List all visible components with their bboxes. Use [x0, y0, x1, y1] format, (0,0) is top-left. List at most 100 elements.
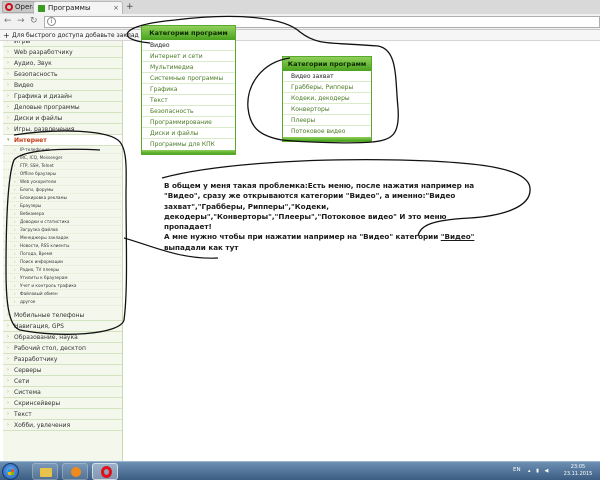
menu-item[interactable]: Интернет и сети [142, 51, 235, 62]
sidebar-subitem[interactable]: › FTP, SSH, Telnet [3, 162, 122, 170]
sidebar-subitem[interactable]: › Доводки и статистика [3, 218, 122, 226]
forum-comment-text: В общем у меня такая проблемка:Есть меню… [164, 181, 494, 253]
title-bar: Opera Программы × + [0, 0, 600, 14]
sidebar-item[interactable]: › Web разработчику [3, 47, 122, 58]
new-tab-button[interactable]: + [126, 2, 134, 12]
sidebar-item[interactable]: › Диски и файлы [3, 113, 122, 124]
sidebar-item[interactable]: › Аудио, Звук [3, 58, 122, 69]
sidebar-subitem[interactable]: › Погода, Время [3, 250, 122, 258]
menu-item[interactable]: Программирование [142, 117, 235, 128]
site-favicon-icon [38, 4, 45, 12]
video-submenu: Категории программ Видео захват Грабберы,… [282, 56, 372, 142]
sidebar-item[interactable]: › Серверы [3, 365, 122, 376]
sidebar-subitem[interactable]: › Вебкамера [3, 210, 122, 218]
menu-item[interactable]: Грабберы, Рипперы [283, 82, 371, 93]
sidebar-item-label: Диски и файлы [14, 115, 63, 122]
menu-item[interactable]: Текст [142, 95, 235, 106]
sidebar-item-label: FTP, SSH, Telnet [20, 163, 54, 168]
sidebar-subitem[interactable]: › Учет и контроль трафика [3, 282, 122, 290]
forward-arrow-icon[interactable]: → [17, 16, 25, 27]
sidebar-item-label: Сети [14, 378, 30, 385]
menu-item[interactable]: Системные программы [142, 73, 235, 84]
sidebar-subitem[interactable]: › Загрузка файлов [3, 226, 122, 234]
chevron-icon: › [7, 60, 9, 66]
sidebar-subitem[interactable]: › Offline браузеры [3, 170, 122, 178]
sidebar-subitem[interactable]: › Поиск информации [3, 258, 122, 266]
sidebar-item[interactable]: › Игры, развлечения [3, 124, 122, 135]
sidebar-item[interactable]: › Скринсейверы [3, 398, 122, 409]
sidebar-item-label: Радио, TV плееры [20, 267, 60, 272]
sidebar-subitem[interactable]: › Утилиты к браузерам [3, 274, 122, 282]
menu-item[interactable]: Программы для КПК [142, 139, 235, 150]
taskbar-opera[interactable] [92, 463, 118, 480]
sidebar-subitem[interactable]: › Радио, TV плееры [3, 266, 122, 274]
taskbar-media-player[interactable] [62, 463, 88, 480]
menu-item[interactable]: Безопасность [142, 106, 235, 117]
main-menu-footer [142, 150, 235, 154]
menu-item[interactable]: Видео захват [283, 71, 371, 82]
chevron-icon: › [7, 422, 9, 428]
chevron-icon: › [14, 179, 16, 184]
tray-icons[interactable]: ▴ ▮ ◀ [528, 468, 550, 474]
tab-programs[interactable]: Программы × [33, 1, 123, 14]
sidebar-item[interactable]: › Рабочий стол, десктоп [3, 343, 122, 354]
sidebar-item[interactable]: › Текст [3, 409, 122, 420]
sidebar-subitem[interactable]: › Web ускорители [3, 178, 122, 186]
sidebar-item[interactable]: › Сети [3, 376, 122, 387]
sidebar-item[interactable]: › Деловые программы [3, 102, 122, 113]
comment-line-5-text: А мне нужно чтобы при нажатии например н… [164, 232, 441, 242]
sidebar-subitem[interactable]: › Менеджеры закладок [3, 234, 122, 242]
sidebar-item-label: IP-телефония [20, 147, 50, 152]
sidebar-item[interactable]: › Безопасность [3, 69, 122, 80]
menu-item[interactable]: Видео [142, 40, 235, 51]
sidebar-item-internet[interactable]: ▾ Интернет [3, 135, 122, 146]
tab-close-icon[interactable]: × [113, 3, 119, 14]
taskbar-explorer[interactable] [32, 463, 58, 480]
chevron-icon: › [14, 267, 16, 272]
volume-icon[interactable]: ◀ [544, 468, 550, 474]
reload-icon[interactable]: ↻ [30, 16, 38, 27]
sidebar-subitem[interactable]: › Блокировка рекламы [3, 194, 122, 202]
chevron-icon: › [7, 93, 9, 99]
menu-item[interactable]: Плееры [283, 115, 371, 126]
sidebar-subitem[interactable]: › Файловый обмен [3, 290, 122, 298]
add-bookmark-icon[interactable]: + [3, 30, 10, 41]
sidebar-item-label: Серверы [14, 367, 42, 374]
sidebar-item-label: Разработчику [14, 356, 58, 363]
chevron-icon: › [7, 115, 9, 121]
sidebar-item[interactable]: › Видео [3, 80, 122, 91]
menu-item[interactable]: Конверторы [283, 104, 371, 115]
menu-item[interactable]: Потоковое видео [283, 126, 371, 137]
chevron-icon: › [14, 203, 16, 208]
sidebar-subitem[interactable]: › другое [3, 298, 122, 306]
address-input[interactable] [44, 16, 600, 28]
sidebar-item-label: Интернет [14, 137, 47, 144]
clock-time: 23:05 [570, 464, 586, 470]
tray-arrow-icon[interactable]: ▴ [528, 468, 533, 474]
start-button[interactable] [2, 463, 19, 480]
chevron-icon: › [14, 219, 16, 224]
network-icon[interactable]: ▮ [536, 468, 541, 474]
menu-item[interactable]: Мультимедиа [142, 62, 235, 73]
language-indicator[interactable]: EN [513, 467, 521, 473]
sidebar-item[interactable]: › Хобби, увлечения [3, 420, 122, 431]
sidebar-subitem[interactable]: › IP-телефония [3, 146, 122, 154]
sidebar-subitem[interactable]: › Блоги, форумы [3, 186, 122, 194]
clock-date: 23.11.2015 [563, 471, 593, 477]
chevron-icon: › [7, 400, 9, 406]
sidebar-item[interactable]: › Система [3, 387, 122, 398]
sidebar-subitem[interactable]: › IRC, ICQ, Messenger [3, 154, 122, 162]
clock[interactable]: 23:05 23.11.2015 [560, 464, 596, 478]
menu-item[interactable]: Диски и файлы [142, 128, 235, 139]
sidebar-item[interactable]: › Графика и дизайн [3, 91, 122, 102]
sidebar-item[interactable]: › Образование, наука [3, 332, 122, 343]
sidebar-subitem[interactable]: › Новости, RSS клиенты [3, 242, 122, 250]
site-info-icon[interactable]: i [47, 17, 56, 26]
menu-item[interactable]: Графика [142, 84, 235, 95]
sidebar-item[interactable]: › Разработчику [3, 354, 122, 365]
sidebar-item[interactable]: › Навигация, GPS [3, 321, 122, 332]
menu-item[interactable]: Кодеки, декодеры [283, 93, 371, 104]
sidebar-item[interactable]: › Мобильные телефоны [3, 310, 122, 321]
sidebar-subitem[interactable]: › Браузеры [3, 202, 122, 210]
back-arrow-icon[interactable]: ← [4, 16, 12, 27]
